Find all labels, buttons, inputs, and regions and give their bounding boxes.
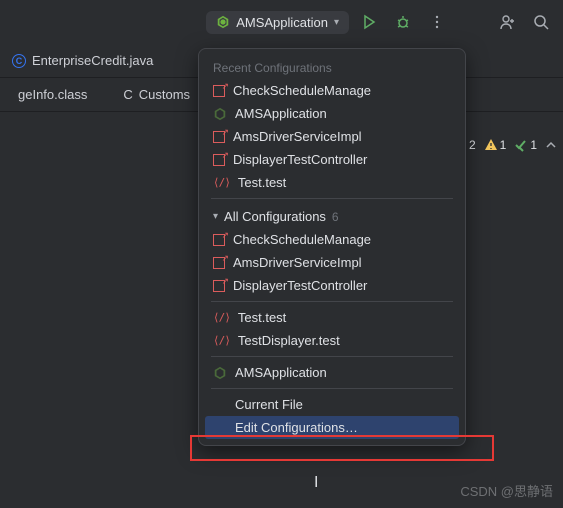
- config-item-testtest-all[interactable]: ⟨/⟩ Test.test: [199, 306, 465, 329]
- tab-enterprise-credit[interactable]: C EnterpriseCredit.java: [0, 44, 165, 77]
- search-button[interactable]: [527, 8, 555, 36]
- spring-boot-icon: [213, 366, 227, 380]
- maven-icon: ⟨/⟩: [213, 311, 230, 324]
- recent-header: Recent Configurations: [199, 55, 465, 79]
- config-label: Current File: [235, 397, 451, 412]
- check-icon: [514, 138, 528, 152]
- spring-boot-icon: [216, 15, 230, 29]
- tab-label: geInfo.class: [18, 87, 87, 102]
- junit-icon: [213, 234, 225, 246]
- junit-icon: [213, 85, 225, 97]
- config-label: TestDisplayer.test: [238, 333, 451, 348]
- tab-label: Customs: [139, 87, 190, 102]
- config-label: AMSApplication: [235, 365, 451, 380]
- debug-button[interactable]: [389, 8, 417, 36]
- toolbar: AMSApplication ▾: [0, 0, 563, 44]
- junit-icon: [213, 131, 225, 143]
- error-count: 2: [469, 138, 476, 152]
- config-label: CheckScheduleManage: [233, 83, 451, 98]
- config-label: AMSApplication: [235, 106, 451, 121]
- separator: [211, 301, 453, 302]
- tab-geinfo[interactable]: geInfo.class: [0, 78, 105, 111]
- config-item-amsapp-all[interactable]: AMSApplication: [199, 361, 465, 384]
- tab-label: EnterpriseCredit.java: [32, 53, 153, 68]
- edit-configurations-item[interactable]: Edit Configurations…: [205, 416, 459, 439]
- config-item-checkschedule[interactable]: CheckScheduleManage: [199, 79, 465, 102]
- warnings-indicator[interactable]: 1: [484, 138, 507, 152]
- watermark: CSDN @思静语: [460, 481, 553, 500]
- config-item-testdisplayer[interactable]: ⟨/⟩ TestDisplayer.test: [199, 329, 465, 352]
- class-icon: C: [123, 87, 132, 102]
- ok-count: 1: [530, 138, 537, 152]
- separator: [211, 388, 453, 389]
- junit-icon: [213, 280, 225, 292]
- chevron-down-icon: ▾: [334, 17, 339, 28]
- ok-indicator[interactable]: 1: [514, 138, 537, 152]
- config-item-amsdriver-all[interactable]: AmsDriverServiceImpl: [199, 251, 465, 274]
- config-item-displayer[interactable]: DisplayerTestController: [199, 148, 465, 171]
- config-label: DisplayerTestController: [233, 278, 451, 293]
- junit-icon: [213, 257, 225, 269]
- config-item-amsdriver[interactable]: AmsDriverServiceImpl: [199, 125, 465, 148]
- run-button[interactable]: [355, 8, 383, 36]
- inspection-status: 2 1 1: [453, 138, 557, 152]
- more-actions-button[interactable]: [423, 8, 451, 36]
- config-item-displayer-all[interactable]: DisplayerTestController: [199, 274, 465, 297]
- config-label: Test.test: [238, 175, 451, 190]
- config-label: AmsDriverServiceImpl: [233, 129, 451, 144]
- maven-icon: ⟨/⟩: [213, 176, 230, 189]
- separator: [211, 356, 453, 357]
- run-config-popup: Recent Configurations CheckScheduleManag…: [198, 48, 466, 446]
- warning-count: 1: [500, 138, 507, 152]
- current-file-item[interactable]: Current File: [199, 393, 465, 416]
- all-configs-header[interactable]: ▾ All Configurations 6: [199, 203, 465, 228]
- config-label: Test.test: [238, 310, 451, 325]
- maven-icon: ⟨/⟩: [213, 334, 230, 347]
- config-label: Edit Configurations…: [235, 420, 451, 435]
- expand-icon: ▾: [213, 211, 218, 222]
- run-config-label: AMSApplication: [236, 15, 328, 30]
- tab-customs[interactable]: C Customs: [105, 78, 208, 111]
- config-label: CheckScheduleManage: [233, 232, 451, 247]
- collapse-icon[interactable]: [545, 139, 557, 151]
- config-label: DisplayerTestController: [233, 152, 451, 167]
- config-item-testtest[interactable]: ⟨/⟩ Test.test: [199, 171, 465, 194]
- spring-boot-icon: [213, 107, 227, 121]
- config-label: AmsDriverServiceImpl: [233, 255, 451, 270]
- config-item-amsapp[interactable]: AMSApplication: [199, 102, 465, 125]
- all-configs-count: 6: [332, 210, 339, 224]
- code-with-me-button[interactable]: [493, 8, 521, 36]
- separator: [211, 198, 453, 199]
- text-cursor-icon: I: [314, 474, 318, 492]
- all-configs-label: All Configurations: [224, 209, 326, 224]
- config-item-checkschedule-all[interactable]: CheckScheduleManage: [199, 228, 465, 251]
- warning-icon: [484, 138, 498, 152]
- run-config-selector[interactable]: AMSApplication ▾: [206, 11, 349, 34]
- class-icon: C: [12, 54, 26, 68]
- junit-icon: [213, 154, 225, 166]
